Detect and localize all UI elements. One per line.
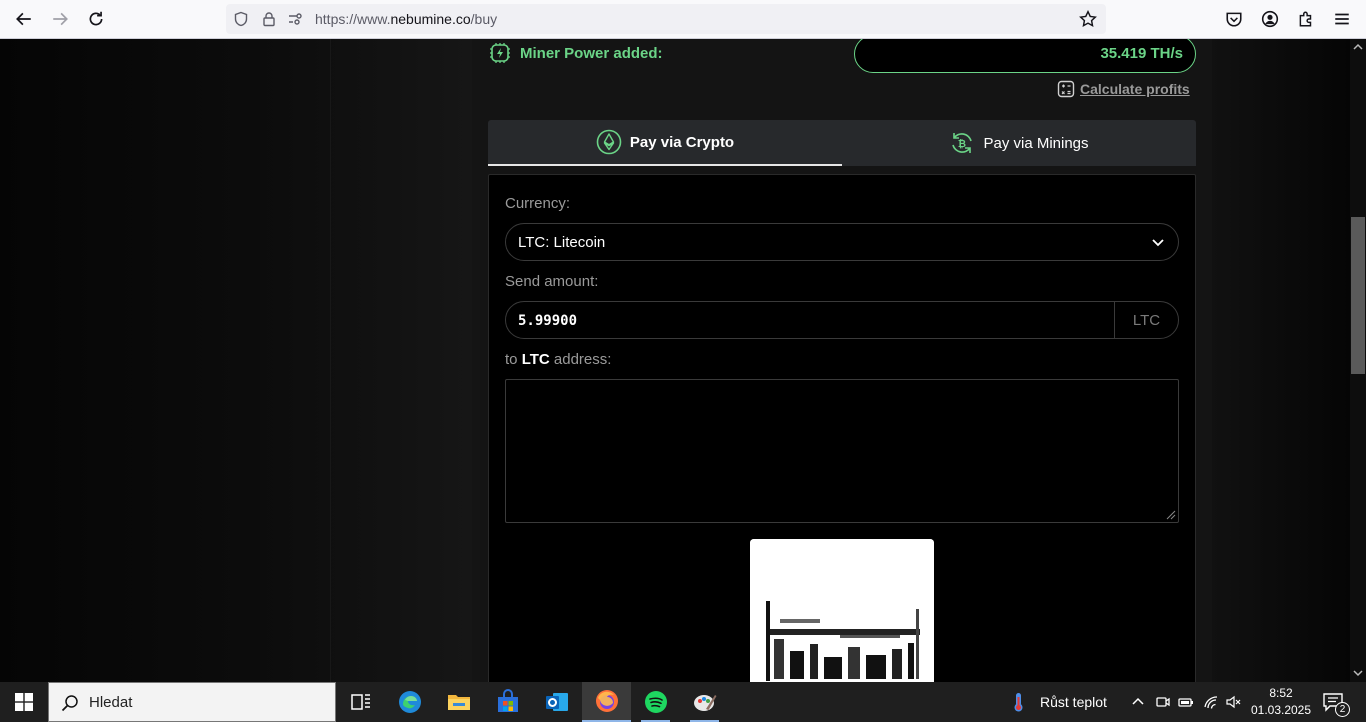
outlook-app[interactable] <box>532 682 581 722</box>
windows-taskbar: Hledat Růst teplot 8:52 01.03.2025 2 <box>0 682 1366 722</box>
currency-selected-value: LTC: Litecoin <box>518 234 606 251</box>
reload-button[interactable] <box>82 6 110 32</box>
bitcoin-refresh-icon: ₿ <box>952 133 973 153</box>
spotify-icon <box>644 691 667 713</box>
task-view-icon <box>350 694 370 710</box>
store-icon <box>497 689 518 712</box>
account-button[interactable] <box>1256 6 1284 32</box>
tab-pay-via-minings[interactable]: ₿ Pay via Minings <box>842 120 1196 166</box>
bookmark-star-icon[interactable] <box>1079 10 1097 28</box>
clock-time: 8:52 <box>1269 686 1293 700</box>
file-explorer-app[interactable] <box>434 682 483 722</box>
volume-muted-icon[interactable] <box>1226 694 1242 710</box>
pocket-button[interactable] <box>1220 6 1248 32</box>
paint-app[interactable] <box>680 682 729 722</box>
svg-text:₿: ₿ <box>958 138 966 150</box>
battery-icon[interactable] <box>1178 694 1194 710</box>
spotify-app[interactable] <box>631 682 680 722</box>
browser-toolbar: https://www.nebumine.co/buy <box>0 0 1366 39</box>
extensions-button[interactable] <box>1292 6 1320 32</box>
forward-button[interactable] <box>46 6 74 32</box>
address-label: to LTC address: <box>505 351 612 368</box>
meet-now-icon[interactable] <box>1155 694 1171 710</box>
resize-grip-icon[interactable] <box>1164 508 1176 520</box>
page-scrollbar[interactable] <box>1350 39 1366 682</box>
send-amount-value[interactable]: 5.99900 <box>518 313 577 329</box>
store-app[interactable] <box>483 682 532 722</box>
back-button[interactable] <box>10 6 38 32</box>
search-placeholder: Hledat <box>89 694 133 711</box>
weather-text[interactable]: Růst teplot <box>1040 694 1107 710</box>
hamburger-menu-icon <box>1335 13 1349 25</box>
chevron-up-icon[interactable] <box>1130 694 1146 710</box>
scroll-up-arrow-icon[interactable] <box>1353 43 1363 51</box>
url-text[interactable]: https://www.nebumine.co/buy <box>315 11 497 27</box>
system-clock[interactable]: 8:52 01.03.2025 <box>1250 685 1312 719</box>
firefox-icon <box>595 690 618 712</box>
shield-icon[interactable] <box>232 10 250 28</box>
miner-power-value: 35.419 TH/s <box>1100 45 1183 62</box>
chevron-down-icon <box>1152 239 1164 247</box>
edge-app[interactable] <box>385 682 434 722</box>
puzzle-icon <box>1299 11 1312 27</box>
lock-icon[interactable] <box>260 10 278 28</box>
page-content: Miner Power added: 35.419 TH/s Calculate… <box>0 39 1350 682</box>
ltc-address-textarea[interactable] <box>505 379 1179 523</box>
wifi-icon[interactable] <box>1203 694 1219 710</box>
taskbar-search[interactable]: Hledat <box>48 682 336 722</box>
firefox-app[interactable] <box>582 682 631 722</box>
paint-icon <box>693 695 716 711</box>
qr-code-image <box>750 539 934 682</box>
url-bar[interactable]: https://www.nebumine.co/buy <box>226 4 1106 34</box>
calculator-icon[interactable] <box>1057 80 1075 98</box>
scrollbar-thumb[interactable] <box>1351 217 1365 374</box>
miner-power-label: Miner Power added: <box>520 45 663 62</box>
clock-date: 01.03.2025 <box>1250 703 1312 717</box>
reload-icon <box>89 11 103 26</box>
notification-count-badge: 2 <box>1335 702 1350 717</box>
tab-label: Pay via Minings <box>983 134 1089 152</box>
amount-unit: LTC <box>1114 302 1178 338</box>
thermometer-icon[interactable] <box>1008 691 1030 713</box>
lightning-chip-icon <box>490 43 510 63</box>
task-view-button[interactable] <box>336 682 385 722</box>
scroll-down-arrow-icon[interactable] <box>1353 669 1363 677</box>
arrow-right-icon <box>53 12 68 26</box>
calculate-profits-link[interactable]: Calculate profits <box>1080 81 1190 97</box>
miner-power-box: 35.419 TH/s <box>854 39 1196 73</box>
currency-select[interactable]: LTC: Litecoin <box>505 223 1179 261</box>
outlook-icon <box>545 693 568 711</box>
permissions-icon[interactable] <box>286 10 304 28</box>
edge-icon <box>398 691 421 713</box>
file-explorer-icon <box>447 695 470 710</box>
start-button[interactable] <box>0 682 48 722</box>
send-amount-label: Send amount: <box>505 273 599 290</box>
account-icon <box>1261 10 1279 28</box>
currency-label: Currency: <box>505 195 571 212</box>
payment-qr-code <box>750 539 934 682</box>
tab-label: Pay via Crypto <box>629 133 735 151</box>
tab-pay-via-crypto[interactable]: Pay via Crypto <box>488 120 842 166</box>
pocket-icon <box>1226 12 1242 27</box>
ethereum-circle-icon <box>596 129 622 155</box>
search-icon <box>61 695 78 712</box>
windows-logo-icon <box>15 693 33 711</box>
menu-button[interactable] <box>1328 6 1356 32</box>
payment-tabs: Pay via Crypto ₿ Pay via Minings <box>488 120 1196 166</box>
notification-center-button[interactable]: 2 <box>1322 692 1350 717</box>
send-amount-field[interactable]: 5.99900 LTC <box>505 301 1179 339</box>
arrow-left-icon <box>16 12 31 26</box>
